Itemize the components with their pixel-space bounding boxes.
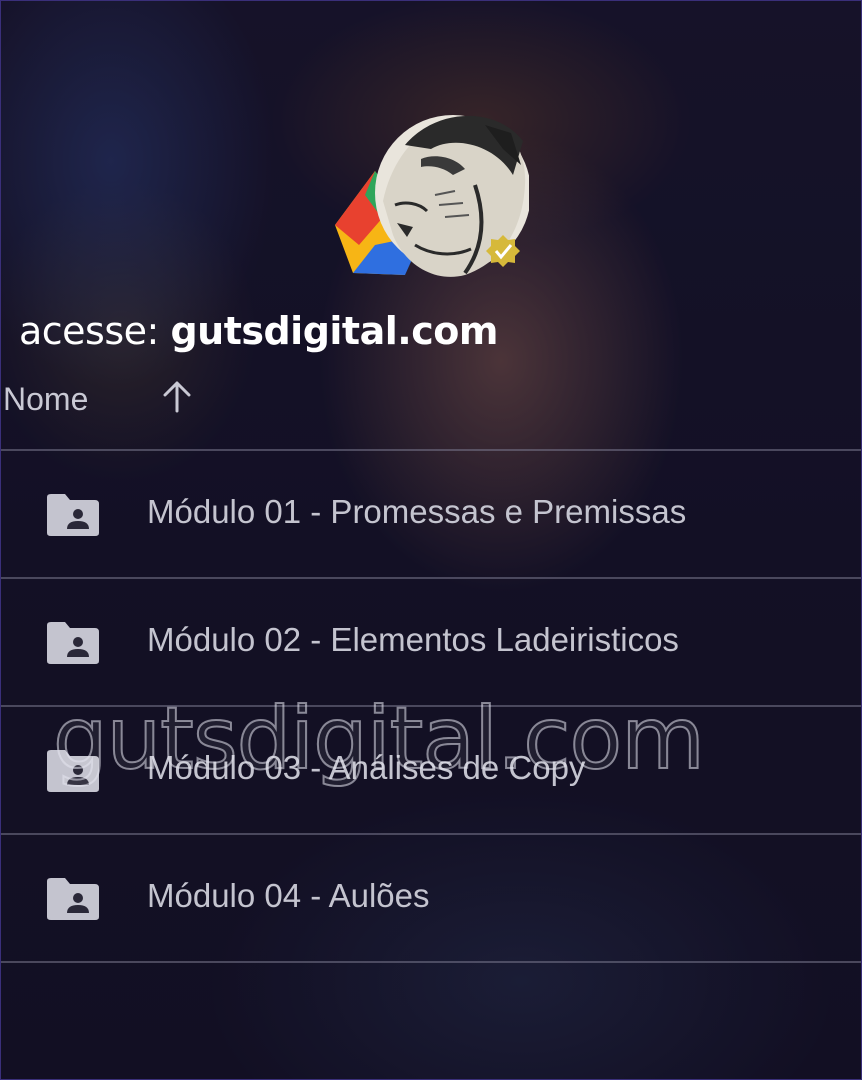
gutsdigital-logo-icon [335, 105, 529, 281]
screenshot-page: acesse: gutsdigital.com Nome Módulo 01 -… [0, 0, 862, 1080]
folder-name: Módulo 03 - Análises de Copy [147, 749, 586, 786]
column-header-name[interactable]: Nome [3, 381, 88, 418]
arrow-up-icon[interactable] [161, 379, 193, 415]
folder-row[interactable]: Módulo 02 - Elementos Ladeiristicos [1, 579, 861, 707]
folder-row[interactable]: Módulo 04 - Aulões [1, 835, 861, 963]
file-list-header: Nome [1, 357, 861, 451]
folder-name: Módulo 02 - Elementos Ladeiristicos [147, 621, 679, 658]
folder-row[interactable]: Módulo 01 - Promessas e Premissas [1, 451, 861, 579]
folder-name: Módulo 04 - Aulões [147, 877, 430, 914]
shared-folder-icon [45, 749, 101, 793]
access-tagline: acesse: gutsdigital.com [19, 303, 498, 359]
tagline-prefix: acesse: [19, 309, 159, 353]
tagline-domain-link[interactable]: gutsdigital.com [170, 309, 498, 353]
shared-folder-icon [45, 877, 101, 921]
shared-folder-icon [45, 493, 101, 537]
folder-row[interactable]: Módulo 03 - Análises de Copy [1, 707, 861, 835]
folder-name: Módulo 01 - Promessas e Premissas [147, 493, 687, 530]
shared-folder-icon [45, 621, 101, 665]
file-list: Nome Módulo 01 - Promessas e Premissas M… [1, 357, 861, 963]
